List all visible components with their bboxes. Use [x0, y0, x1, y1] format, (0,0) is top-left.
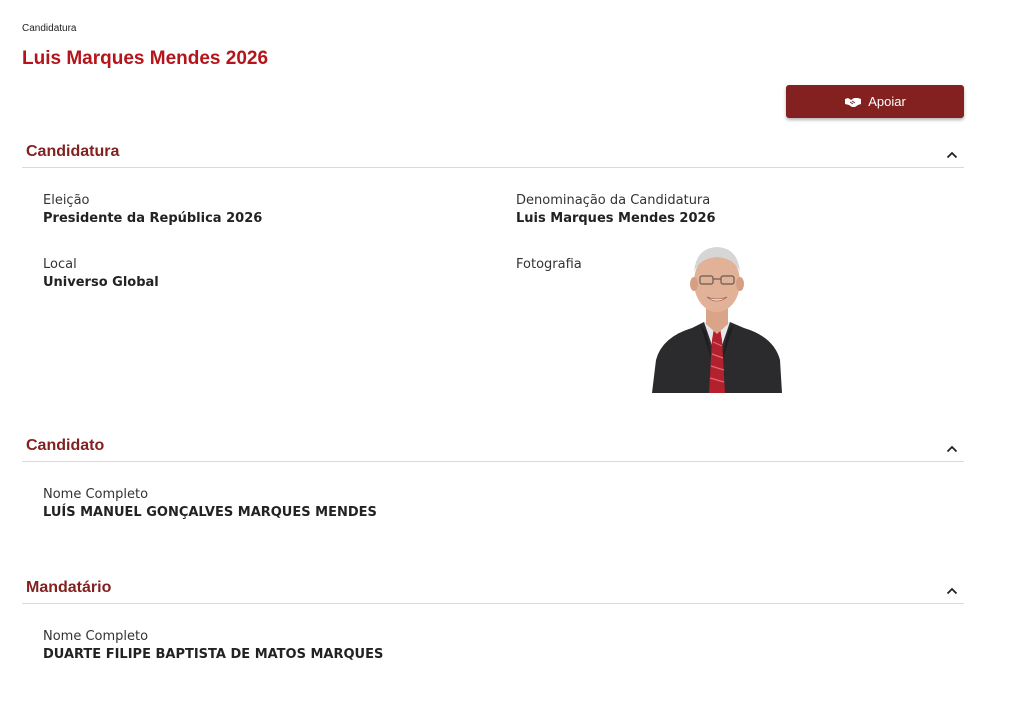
field-eleicao: Eleição Presidente da República 2026: [43, 192, 262, 228]
breadcrumb[interactable]: Candidatura: [22, 23, 76, 34]
field-label-eleicao: Eleição: [43, 193, 90, 208]
field-value-mandatario-nome: DUARTE FILIPE BAPTISTA DE MATOS MARQUES: [43, 647, 384, 662]
field-mandatario-nome: Nome Completo DUARTE FILIPE BAPTISTA DE …: [43, 628, 383, 664]
section-header-candidato[interactable]: Candidato: [22, 435, 964, 462]
field-value-local: Universo Global: [43, 275, 159, 290]
section-title-candidatura: Candidatura: [26, 143, 120, 160]
section-header-mandatario[interactable]: Mandatário: [22, 577, 964, 604]
field-denominacao: Denominação da Candidatura Luis Marques …: [516, 192, 716, 228]
field-label-local: Local: [43, 257, 77, 272]
page-title: Luis Marques Mendes 2026: [22, 48, 269, 69]
chevron-up-icon[interactable]: [946, 147, 958, 159]
field-value-candidato-nome: LUÍS MANUEL GONÇALVES MARQUES MENDES: [43, 505, 377, 520]
field-label-candidato-nome: Nome Completo: [43, 487, 149, 502]
field-label-fotografia: Fotografia: [516, 257, 582, 272]
chevron-up-icon[interactable]: [946, 583, 958, 595]
field-fotografia: Fotografia: [516, 256, 582, 274]
handshake-icon: [844, 96, 862, 108]
apoiar-button[interactable]: Apoiar: [786, 85, 964, 118]
field-label-mandatario-nome: Nome Completo: [43, 629, 149, 644]
chevron-up-icon[interactable]: [946, 441, 958, 453]
section-title-mandatario: Mandatário: [26, 579, 112, 596]
section-header-candidatura[interactable]: Candidatura: [22, 141, 964, 168]
field-local: Local Universo Global: [43, 256, 159, 292]
field-label-denominacao: Denominação da Candidatura: [516, 193, 711, 208]
field-value-denominacao: Luis Marques Mendes 2026: [516, 211, 716, 226]
field-candidato-nome: Nome Completo LUÍS MANUEL GONÇALVES MARQ…: [43, 486, 377, 522]
candidate-photo: [652, 242, 782, 393]
page: Candidatura Luis Marques Mendes 2026 Apo…: [0, 0, 1024, 708]
field-value-eleicao: Presidente da República 2026: [43, 211, 263, 226]
section-title-candidato: Candidato: [26, 437, 105, 454]
apoiar-button-label: Apoiar: [868, 94, 906, 109]
